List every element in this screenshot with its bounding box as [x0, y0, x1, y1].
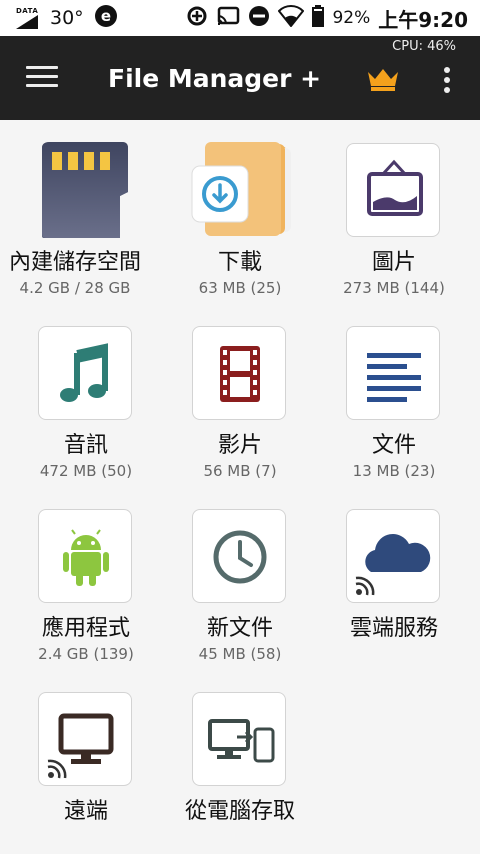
tile-size: 13 MB (23) [352, 462, 436, 480]
icon-box [38, 692, 132, 786]
tile-downloads[interactable]: 下載 63 MB (25) [165, 120, 315, 297]
document-lines-icon [367, 353, 421, 402]
wireless-badge-icon [355, 576, 375, 596]
app-title: File Manager + [108, 64, 322, 93]
premium-crown-button[interactable] [366, 66, 400, 92]
icon-box [38, 509, 132, 603]
menu-bar-line [26, 75, 58, 78]
tile-size: 56 MB (7) [203, 462, 277, 480]
battery-icon [312, 5, 325, 31]
do-not-disturb-icon [248, 5, 270, 31]
tile-label: 從電腦存取 [184, 799, 295, 824]
tile-audio[interactable]: 音訊 472 MB (50) [11, 303, 161, 480]
tile-apps[interactable]: 應用程式 2.4 GB (139) [11, 486, 161, 663]
cpu-usage: CPU: 46% [392, 39, 456, 54]
overflow-menu-button[interactable] [440, 66, 454, 94]
icon-box [192, 692, 286, 786]
tile-size: 472 MB (50) [39, 462, 133, 480]
icon-box [192, 509, 286, 603]
icon-box [192, 326, 286, 420]
film-icon [220, 346, 260, 402]
data-label: DATA [16, 7, 39, 15]
icon-box [38, 326, 132, 420]
tile-label: 圖片 [371, 250, 416, 275]
download-folder-icon [191, 142, 291, 236]
menu-button[interactable] [26, 66, 58, 90]
sd-card-icon [42, 142, 128, 238]
cloud-icon [355, 534, 431, 596]
browser-e-icon: e [94, 4, 118, 32]
tile-internal-storage[interactable]: 內建儲存空間 4.2 GB / 28 GB [0, 120, 150, 297]
pc-to-phone-icon [208, 719, 275, 763]
music-note-icon [60, 343, 108, 402]
tile-size: 2.4 GB (139) [38, 645, 134, 663]
tile-pictures[interactable]: 圖片 273 MB (144) [319, 120, 469, 297]
tile-remote[interactable]: 遠端 [11, 669, 161, 839]
cast-icon [216, 5, 240, 31]
tile-cloud[interactable]: 雲端服務 [319, 486, 469, 656]
more-vert-icon [444, 67, 450, 93]
tile-video[interactable]: 影片 56 MB (7) [165, 303, 315, 480]
wifi-icon [278, 5, 305, 31]
clock-time: 上午9:20 [378, 7, 468, 32]
picture-icon [367, 159, 423, 216]
app-bar: CPU: 46% File Manager + [0, 36, 480, 120]
monitor-icon [47, 713, 114, 779]
tile-size: 45 MB (58) [198, 645, 282, 663]
crown-icon [368, 69, 398, 91]
wireless-badge-icon [47, 759, 67, 779]
tile-label: 雲端服務 [349, 616, 438, 641]
tile-size: 273 MB (144) [343, 279, 445, 297]
status-bar: DATA 30° e 92% 上午9:20 [0, 0, 480, 36]
battery-percent: 92% [332, 8, 371, 28]
temperature: 30° [50, 7, 84, 29]
data-saver-icon [186, 5, 208, 31]
data-icon: DATA [16, 7, 40, 29]
tile-recent[interactable]: 新文件 45 MB (58) [165, 486, 315, 663]
icon-box [346, 326, 440, 420]
tile-size: 4.2 GB / 28 GB [19, 279, 131, 297]
android-icon [63, 529, 109, 586]
clock-icon [213, 530, 267, 584]
svg-text:e: e [101, 7, 111, 25]
menu-bar-line [26, 84, 58, 87]
menu-bar-line [26, 66, 58, 69]
tile-pc-access[interactable]: 從電腦存取 [165, 669, 315, 839]
tile-documents[interactable]: 文件 13 MB (23) [319, 303, 469, 480]
tile-size: 63 MB (25) [198, 279, 282, 297]
icon-box [346, 143, 440, 237]
icon-box [346, 509, 440, 603]
tile-label: 文件 [371, 433, 416, 458]
